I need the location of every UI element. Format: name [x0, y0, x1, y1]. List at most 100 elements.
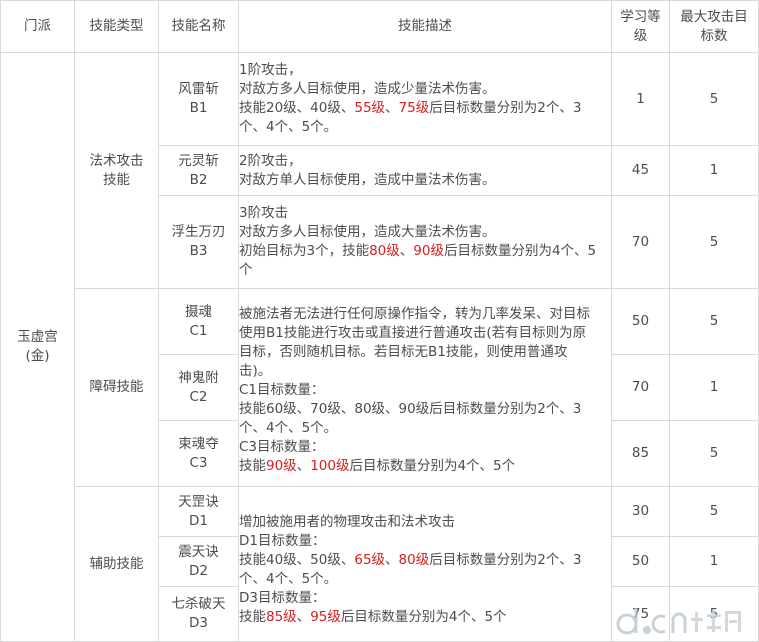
- desc-line: 技能90级、100级后目标数量分别为4个、5个: [239, 457, 611, 476]
- desc-line: 技能60级、70级、80级、90级后目标数量分别为2个、3: [239, 401, 582, 417]
- skill-code: B3: [189, 243, 208, 259]
- desc-line: 对敌方多人目标使用，造成少量法术伤害。: [239, 81, 496, 97]
- skill-name: 神鬼附: [178, 369, 219, 386]
- desc-line: 个: [239, 262, 253, 278]
- highlight-level: 90级: [266, 458, 297, 474]
- max-targets-cell: 5: [669, 52, 759, 146]
- highlight-level: 55级: [354, 100, 386, 116]
- skill-desc-cell: 增加被施用者的物理攻击和法术攻击 D1目标数量： 技能40级、50级、65级、8…: [238, 486, 612, 642]
- dcn-watermark-logo: [616, 608, 741, 635]
- desc-text: 后目标数量分别为2个、3: [429, 100, 582, 116]
- skill-name: 天罡诀: [178, 493, 219, 510]
- desc-text: 技能: [239, 609, 266, 625]
- header-skill-name: 技能名称: [158, 0, 239, 53]
- desc-line: 目标，否则随机目标。若目标无B1技能，则使用普通攻: [239, 344, 568, 360]
- max-targets-cell: 5: [669, 288, 759, 355]
- skill-type-cell: 障碍技能: [74, 288, 159, 487]
- table-row: 辅助技能 天罡诀 D1 增加被施用者的物理攻击和法术攻击 D1目标数量： 技能4…: [1, 486, 759, 642]
- learn-level-cell: 45: [611, 145, 670, 196]
- skill-type-cell: 法术攻击 技能: [74, 52, 159, 289]
- skill-type-label: 技能: [103, 171, 130, 188]
- learn-level-cell: 85: [611, 420, 670, 487]
- desc-line: 技能40级、50级、65级、80级后目标数量分别为2个、3: [239, 551, 611, 570]
- desc-text: 技能: [239, 458, 266, 474]
- desc-line: 3阶攻击: [239, 205, 289, 221]
- desc-line: 增加被施用者的物理攻击和法术攻击: [239, 514, 455, 530]
- skill-code: B1: [189, 100, 208, 116]
- sect-element: (金): [25, 348, 50, 364]
- desc-line: 1阶攻击，: [239, 62, 302, 78]
- highlight-level: 100级: [310, 458, 350, 474]
- header-row: 门派 技能类型 技能名称 技能描述 学习等级 最大攻击目标数: [0, 0, 759, 53]
- max-targets-cell: 1: [669, 145, 759, 196]
- skill-type-cell: 辅助技能: [74, 486, 159, 642]
- skill-desc-cell: 1阶攻击， 对敌方多人目标使用，造成少量法术伤害。 技能20级、40级、55级、…: [238, 52, 612, 146]
- skill-code: D1: [189, 512, 208, 529]
- desc-line: 初始目标为3个，技能80级、90级后目标数量分别为4个、5: [239, 242, 611, 261]
- desc-line: 技能85级、95级后目标数量分别为4个、5个: [239, 608, 611, 627]
- skill-name: 元灵斩: [178, 152, 219, 169]
- table-row: 玉虚宫 (金) 法术攻击 技能 风雷斩 B1 1阶攻击， 对敌方多人目标使用，造…: [0, 52, 759, 642]
- learn-level-cell: 50: [611, 536, 670, 587]
- max-targets-cell: 5: [669, 195, 759, 289]
- desc-text: 初始目标为3个，技能: [239, 243, 370, 259]
- skill-code: C1: [189, 322, 208, 339]
- header-max-targets: 最大攻击目标数: [669, 0, 759, 53]
- skill-name: 风雷斩: [178, 81, 219, 97]
- skill-name-cell: 天罡诀 D1: [158, 486, 239, 537]
- skill-name: 七杀破天: [171, 596, 226, 612]
- highlight-level: 90级: [413, 243, 444, 259]
- skill-name-cell: 浮生万刃 B3: [158, 195, 239, 289]
- desc-text: 、: [385, 100, 399, 116]
- skill-code: D2: [189, 562, 208, 579]
- desc-text: 后目标数量分别为4个、5个: [340, 609, 507, 625]
- desc-line: D3目标数量：: [239, 590, 326, 606]
- skill-name: 浮生万刃: [171, 224, 226, 240]
- desc-line: 个、4个、5个。: [239, 420, 338, 436]
- skill-name: 束魂夺: [178, 435, 219, 452]
- header-sect: 门派: [0, 0, 75, 53]
- desc-line: C3目标数量：: [239, 439, 325, 455]
- desc-text: 、: [296, 458, 311, 474]
- desc-line: 使用B1技能进行攻击或直接进行普通攻击(若有目标则为原: [239, 325, 587, 341]
- highlight-level: 75级: [398, 100, 430, 116]
- skill-desc-cell: 2阶攻击， 对敌方单人目标使用，造成中量法术伤害。: [238, 145, 612, 196]
- desc-line: 个、4个、5个。: [239, 571, 338, 587]
- skill-code: D3: [189, 615, 208, 631]
- skill-desc-cell: 被施法者无法进行任何原操作指令，转为几率发呆、对目标 使用B1技能进行攻击或直接…: [238, 288, 612, 487]
- skill-code: C2: [189, 388, 208, 405]
- highlight-level: 85级: [266, 609, 297, 625]
- max-targets-cell: 1: [669, 354, 759, 421]
- learn-level-cell: 70: [611, 354, 670, 421]
- desc-line: 对敌方多人目标使用，造成大量法术伤害。: [239, 224, 496, 240]
- max-targets-cell: 1: [669, 536, 759, 587]
- skill-name-cell: 震天诀 D2: [158, 536, 239, 587]
- skill-desc-cell: 3阶攻击 对敌方多人目标使用，造成大量法术伤害。 初始目标为3个，技能80级、9…: [238, 195, 612, 289]
- learn-level-cell: 30: [611, 486, 670, 537]
- desc-line: D1目标数量：: [239, 533, 326, 549]
- desc-text: 、: [399, 243, 414, 259]
- learn-level-cell: 1: [611, 52, 670, 146]
- desc-line: 击)。: [239, 363, 272, 379]
- desc-text: 技能40级、50级、: [239, 552, 355, 568]
- desc-text: 后目标数量分别为4个、5: [443, 243, 597, 259]
- highlight-level: 80级: [369, 243, 400, 259]
- header-skill-type: 技能类型: [74, 0, 159, 53]
- skill-code: C3: [189, 454, 208, 471]
- header-skill-desc: 技能描述: [238, 0, 612, 53]
- desc-line: C1目标数量：: [239, 382, 325, 398]
- skill-name-cell: 元灵斩 B2: [158, 145, 239, 196]
- desc-text: 、: [385, 552, 399, 568]
- desc-text: 技能20级、40级、: [239, 100, 355, 116]
- skill-name-cell: 七杀破天 D3: [158, 586, 239, 642]
- skills-table: 门派 技能类型 技能名称 技能描述 学习等级 最大攻击目标数 玉虚宫 (金) 法…: [0, 0, 759, 642]
- desc-text: 后目标数量分别为4个、5个: [349, 458, 516, 474]
- skill-name: 震天诀: [178, 543, 219, 560]
- sect-cell: 玉虚宫 (金): [0, 52, 75, 642]
- highlight-level: 80级: [398, 552, 430, 568]
- highlight-level: 65级: [354, 552, 386, 568]
- skill-name-cell: 风雷斩 B1: [158, 52, 239, 146]
- skill-name-cell: 束魂夺 C3: [158, 420, 239, 487]
- desc-line: 对敌方单人目标使用，造成中量法术伤害。: [239, 171, 496, 188]
- desc-line: 个、4个、5个。: [239, 119, 338, 135]
